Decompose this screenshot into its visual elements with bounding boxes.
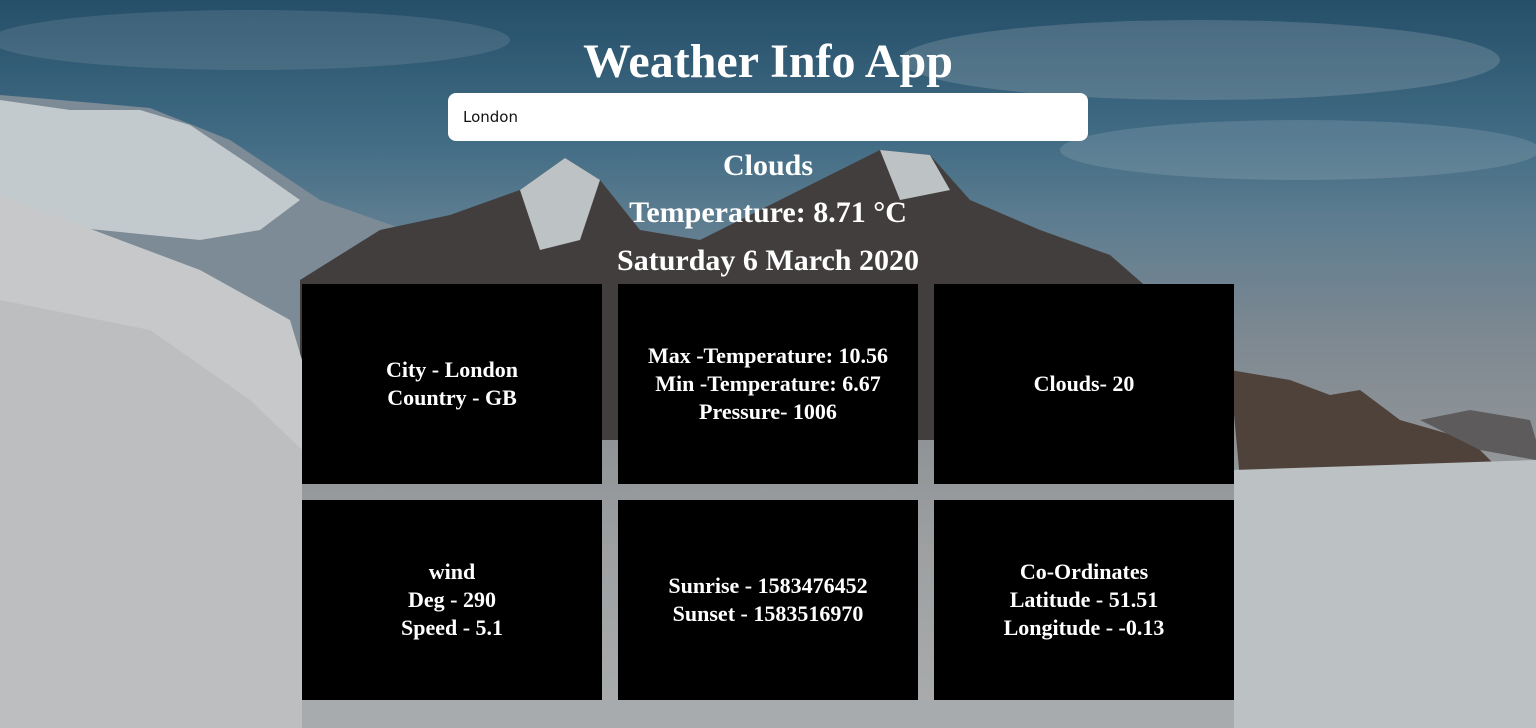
- wind-deg-label: Deg - 290: [408, 587, 496, 612]
- current-temperature: Temperature: 8.71 °C: [629, 196, 907, 229]
- country-label: Country - GB: [387, 385, 517, 410]
- longitude-label: Longitude - -0.13: [1003, 615, 1165, 640]
- sunrise-label: Sunrise - 1583476452: [668, 573, 868, 598]
- latitude-label: Latitude - 51.51: [1009, 587, 1159, 612]
- city-label: City - London: [385, 357, 519, 382]
- sun-card: Sunrise - 1583476452 Sunset - 1583516970: [618, 500, 918, 700]
- app-container: Weather Info App Clouds Temperature: 8.7…: [0, 0, 1536, 728]
- pressure-label: Pressure- 1006: [699, 399, 837, 424]
- current-date: Saturday 6 March 2020: [617, 244, 919, 277]
- coordinates-title: Co-Ordinates: [1019, 559, 1149, 584]
- clouds-label: Clouds- 20: [1033, 371, 1135, 396]
- weather-details-grid: City - London Country - GB Max -Temperat…: [302, 284, 1234, 700]
- wind-title: wind: [428, 559, 476, 584]
- clouds-card: Clouds- 20: [934, 284, 1234, 484]
- wind-card: wind Deg - 290 Speed - 5.1: [302, 500, 602, 700]
- sunset-label: Sunset - 1583516970: [672, 601, 864, 626]
- max-temperature-label: Max -Temperature: 10.56: [647, 343, 889, 368]
- location-card: City - London Country - GB: [302, 284, 602, 484]
- coordinates-card: Co-Ordinates Latitude - 51.51 Longitude …: [934, 500, 1234, 700]
- weather-condition: Clouds: [722, 149, 814, 182]
- app-title: Weather Info App: [583, 35, 953, 88]
- min-temperature-label: Min -Temperature: 6.67: [655, 371, 881, 396]
- temperature-card: Max -Temperature: 10.56 Min -Temperature…: [618, 284, 918, 484]
- city-search-input[interactable]: [448, 93, 1088, 141]
- wind-speed-label: Speed - 5.1: [400, 615, 504, 640]
